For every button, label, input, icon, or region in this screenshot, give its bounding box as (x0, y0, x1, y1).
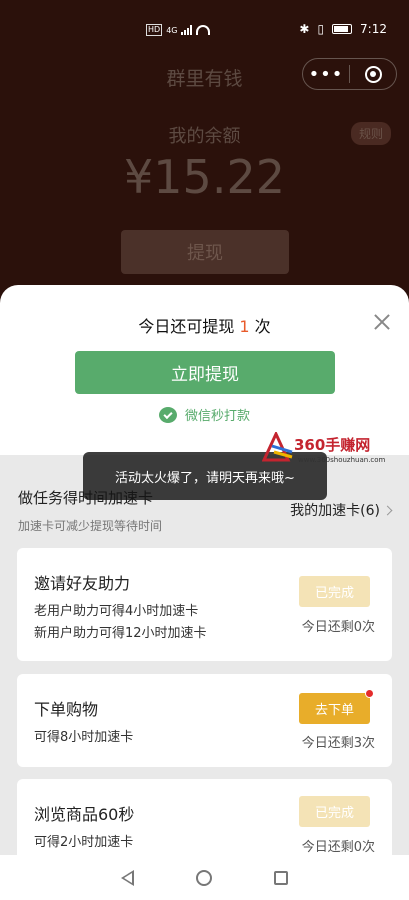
site-watermark: 360手赚网 www.360shouzhuan.com (261, 430, 402, 466)
status-left: HD 4G (146, 24, 211, 36)
task-card: 下单购物 可得8小时加速卡 去下单 今日还剩3次 (17, 674, 392, 767)
target-icon (364, 65, 382, 83)
task-title: 浏览商品60秒 (34, 805, 135, 824)
wifi-icon (196, 25, 211, 35)
rules-button[interactable]: 规则 (350, 122, 391, 145)
balance-area: 群里有钱 ••• 我的余额 规则 ¥15.22 提现 (0, 54, 409, 290)
chevron-right-icon (382, 505, 393, 515)
my-cards-link[interactable]: 我的加速卡(6) (290, 500, 393, 520)
withdraw-count: 1 (239, 317, 250, 336)
watermark-url: www.360shouzhuan.com (298, 456, 386, 464)
withdraw-panel: 今日还可提现 1 次 立即提现 微信秒打款 (0, 285, 409, 455)
wechat-icon (158, 406, 177, 423)
withdraw-count-suffix: 次 (249, 317, 271, 336)
recent-apps-icon[interactable] (274, 870, 288, 885)
network-label: 4G (166, 25, 178, 35)
signal-icon (181, 25, 193, 35)
task-desc: 可得2小时加速卡 (34, 835, 134, 850)
status-right: ✱ ▯ 7:12 (299, 22, 387, 36)
tasks-subtitle: 加速卡可减少提现等待时间 (18, 519, 163, 533)
withdraw-count-text: 今日还可提现 1 次 (0, 313, 409, 337)
task-done-button[interactable]: 已完成 (299, 576, 370, 607)
watermark-logo-icon (261, 430, 293, 462)
battery-icon (332, 24, 353, 34)
balance-label: 我的余额 (168, 126, 241, 147)
bluetooth-icon: ✱ (299, 22, 310, 36)
task-done-button[interactable]: 已完成 (299, 796, 370, 827)
tasks-section: 做任务得时间加速卡 加速卡可减少提现等待时间 我的加速卡(6) 邀请好友助力 老… (0, 455, 409, 869)
balance-amount: ¥15.22 (124, 150, 285, 204)
my-cards-label: 我的加速卡(6) (290, 503, 380, 519)
wechat-payout-text: 微信秒打款 (184, 409, 250, 424)
target-button[interactable] (350, 65, 396, 83)
task-title: 下单购物 (34, 700, 99, 719)
task-card: 邀请好友助力 老用户助力可得4小时加速卡 新用户助力可得12小时加速卡 已完成 … (17, 548, 392, 661)
wechat-payout-note: 微信秒打款 (0, 405, 409, 424)
withdraw-count-prefix: 今日还可提现 (138, 317, 240, 336)
close-icon[interactable] (373, 313, 391, 331)
status-bar: HD 4G ✱ ▯ 7:12 (0, 0, 409, 54)
withdraw-button[interactable]: 提现 (121, 230, 289, 274)
home-icon[interactable] (196, 869, 212, 886)
notification-dot (365, 689, 374, 698)
task-title: 邀请好友助力 (34, 574, 131, 593)
task-remaining: 今日还剩0次 (301, 620, 375, 635)
withdraw-now-button[interactable]: 立即提现 (75, 351, 335, 394)
mini-program-capsule: ••• (302, 58, 397, 90)
place-order-button[interactable]: 去下单 (299, 689, 374, 724)
vibrate-icon: ▯ (317, 22, 325, 36)
clock: 7:12 (360, 22, 387, 36)
task-desc: 可得8小时加速卡 (34, 730, 134, 745)
back-icon[interactable] (121, 869, 134, 886)
watermark-title: 360手赚网 (294, 436, 371, 454)
task-desc: 老用户助力可得4小时加速卡 (34, 604, 199, 619)
system-nav-bar (0, 855, 409, 900)
task-remaining: 今日还剩0次 (301, 840, 375, 855)
more-icon[interactable]: ••• (303, 64, 349, 85)
place-order-label: 去下单 (314, 703, 354, 718)
task-desc: 新用户助力可得12小时加速卡 (34, 626, 207, 641)
hd-badge: HD (146, 24, 163, 36)
task-remaining: 今日还剩3次 (301, 736, 375, 751)
